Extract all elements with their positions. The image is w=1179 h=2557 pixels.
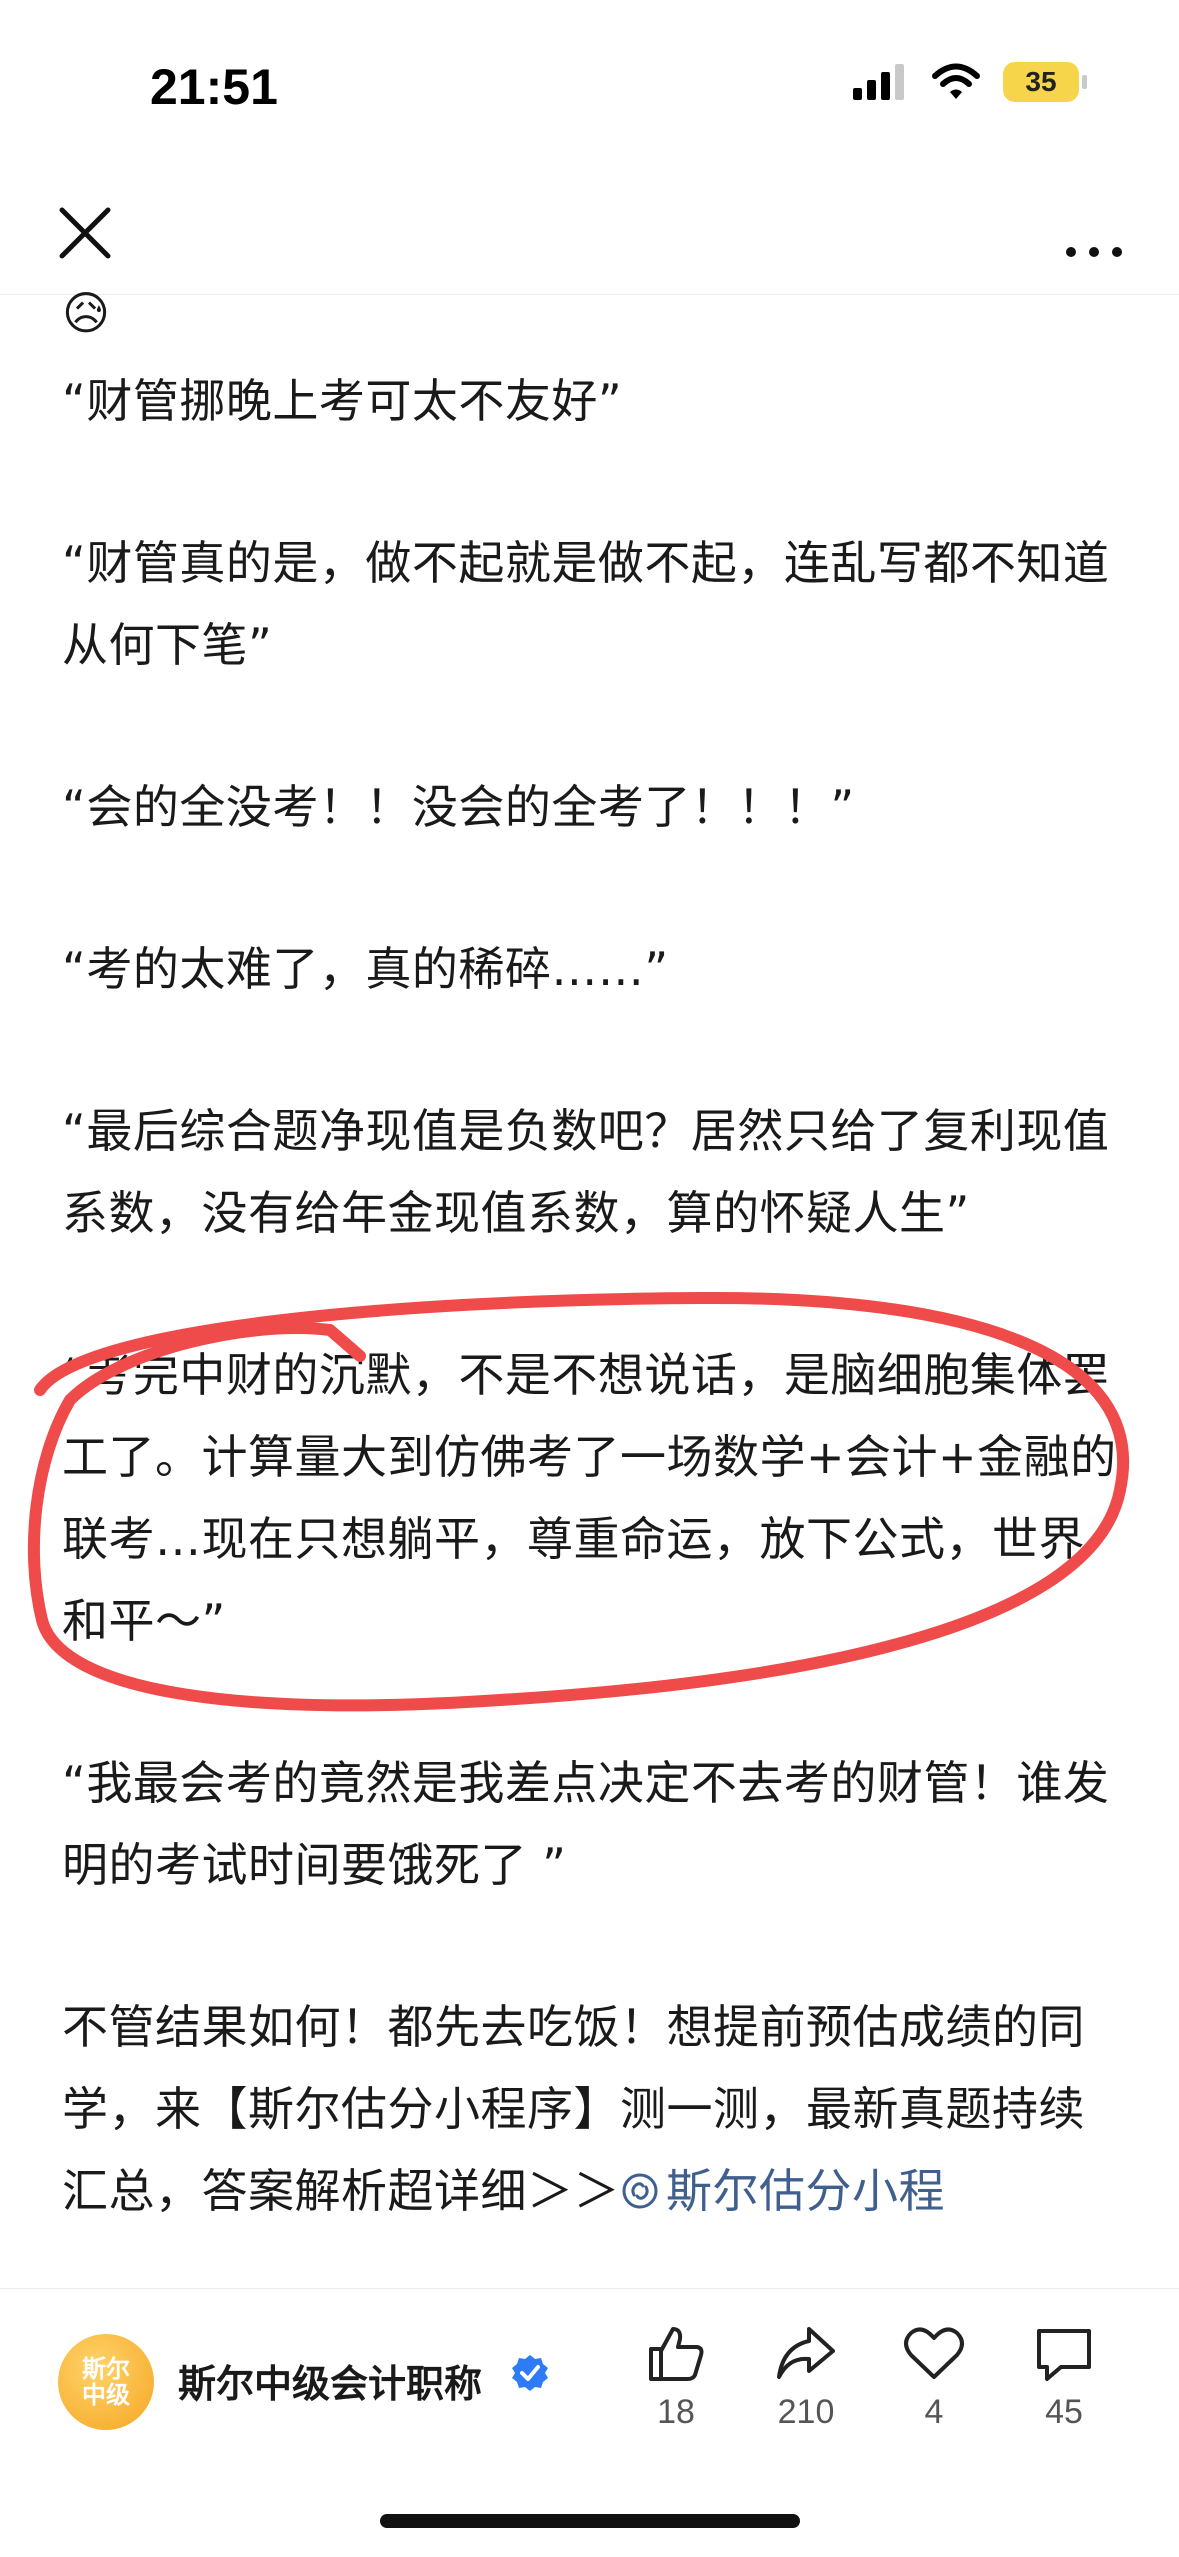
home-indicator: [380, 2514, 800, 2528]
account-name[interactable]: 斯尔中级会计职称: [178, 2353, 482, 2408]
link-label: 斯尔估分小程: [666, 2164, 945, 2218]
favorite-button[interactable]: 4: [884, 2325, 984, 2432]
sad-emoji: 😥: [62, 286, 110, 340]
quote-paragraph: “我最会考的竟然是我差点决定不去考的财管！谁发明的考试时间要饿死了 ”: [62, 1756, 1110, 1892]
status-time: 21:51: [150, 59, 278, 115]
quote-paragraph: “最后综合题净现值是负数吧？居然只给了复利现值系数，没有给年金现值系数，算的怀疑…: [62, 1104, 1110, 1240]
quote-paragraph: “财管真的是，做不起就是做不起，连乱写都不知道从何下笔”: [62, 536, 1110, 672]
favorite-count: 4: [924, 2393, 944, 2431]
comment-icon: [1037, 2329, 1091, 2381]
avatar[interactable]: 斯尔中级: [58, 2334, 154, 2430]
like-button[interactable]: 18: [626, 2325, 726, 2432]
share-icon: [777, 2327, 835, 2379]
closing-paragraph: 不管结果如何！都先去吃饭！想提前预估成绩的同学，来【斯尔估分小程序】测一测，最新…: [62, 1986, 1122, 2232]
battery-indicator: 35: [1003, 62, 1087, 102]
quote-paragraph: “财管挪晚上考可太不友好”: [62, 374, 623, 428]
wifi-icon: [932, 63, 980, 99]
signal-icon: [853, 64, 904, 100]
quote-paragraph: “考的太难了，真的稀碎……”: [62, 942, 669, 996]
top-bar: [0, 180, 1179, 295]
avatar-text: 斯尔中级: [82, 2355, 130, 2409]
verified-badge-icon: [512, 2355, 548, 2391]
comment-count: 45: [1045, 2393, 1083, 2431]
mini-program-link[interactable]: 斯尔估分小程: [620, 2164, 945, 2218]
thumbs-up-icon: [649, 2327, 704, 2381]
link-icon: [622, 2173, 658, 2209]
article-content: 😥 “财管挪晚上考可太不友好” “财管真的是，做不起就是做不起，连乱写都不知道从…: [62, 288, 1122, 2232]
share-count: 210: [777, 2393, 835, 2431]
close-icon[interactable]: [50, 198, 120, 268]
more-icon[interactable]: [1059, 206, 1129, 266]
quote-paragraph: “会的全没考！！没会的全考了！！！”: [62, 780, 855, 834]
highlighted-quote-paragraph: “考完中财的沉默，不是不想说话，是脑细胞集体罢工了。计算量大到仿佛考了一场数学+…: [62, 1348, 1117, 1648]
share-button[interactable]: 210: [756, 2325, 856, 2432]
heart-icon: [904, 2327, 964, 2379]
status-icons: 35: [853, 62, 1087, 102]
comment-button[interactable]: 45: [1014, 2325, 1114, 2432]
like-count: 18: [657, 2393, 695, 2431]
